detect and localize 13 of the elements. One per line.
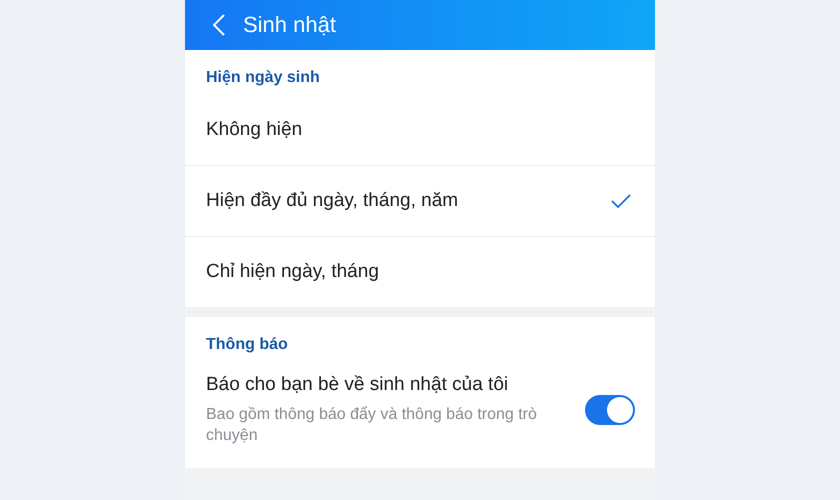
back-icon[interactable] [213,14,225,36]
option-label: Hiện đầy đủ ngày, tháng, năm [206,190,458,212]
page-title: Sinh nhật [243,12,336,38]
option-label: Chỉ hiện ngày, tháng [206,261,379,283]
section-title: Thông báo [205,335,289,355]
option-row[interactable]: Chỉ hiện ngày, tháng [185,236,655,307]
toggle-switch[interactable] [585,395,635,425]
option-row[interactable]: Không hiện [185,95,655,165]
option-row[interactable]: Hiện đầy đủ ngày, tháng, năm [185,165,655,236]
option-label: Không hiện [206,119,302,141]
toggle-description: Bao gồm thông báo đẩy và thông báo trong trò chuyện [206,405,538,446]
section-title: Hiện ngày sinh [205,68,321,88]
toggle-label: Báo cho bạn bè về sinh nhật của tôi [206,374,510,396]
